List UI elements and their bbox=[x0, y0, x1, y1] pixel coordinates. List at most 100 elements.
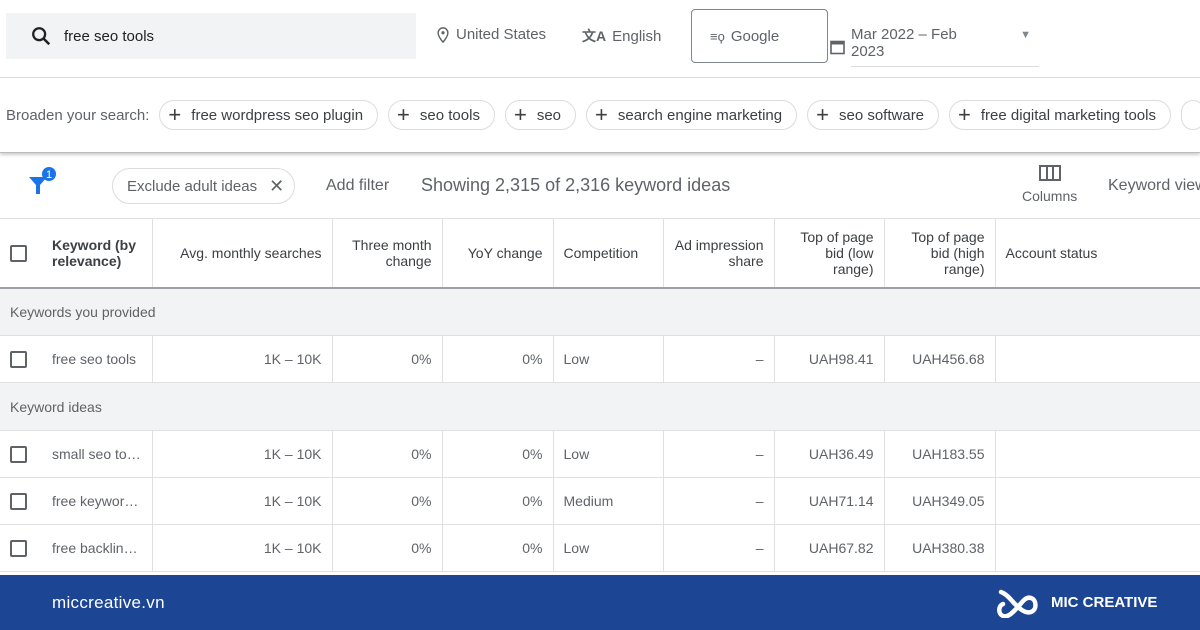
table-row[interactable]: free seo tools 1K – 10K 0% 0% Low – UAH98.41 UA… bbox=[0, 335, 1200, 383]
add-filter-button[interactable]: Add filter bbox=[326, 177, 389, 195]
search-input[interactable]: free seo tools bbox=[6, 13, 416, 59]
cell-keyword: free seo tools bbox=[42, 335, 153, 383]
group-row: Keyword ideas bbox=[0, 382, 1200, 431]
cell-keyword: free backlink checker bbox=[42, 524, 153, 572]
top-bar: free seo tools United States 文A English … bbox=[0, 0, 1200, 78]
location-label: United States bbox=[456, 26, 547, 43]
brand-logo: MIC CREATIVE bbox=[993, 588, 1157, 618]
cell-keyword: free keyword tool bbox=[42, 477, 153, 525]
cell-competition: Low bbox=[553, 430, 664, 478]
broaden-chip-partial[interactable] bbox=[1180, 100, 1200, 130]
cell-top-bid-low: UAH71.14 bbox=[774, 477, 885, 525]
chip-label: free digital marketing tools bbox=[980, 106, 1156, 124]
col-account-status[interactable]: Account status bbox=[995, 218, 1200, 289]
chip-label: seo software bbox=[838, 106, 925, 124]
table-row[interactable]: free backlink checker1K – 10K0%0%Low–UAH… bbox=[0, 524, 1200, 572]
results-count: Showing 2,315 of 2,316 keyword ideas bbox=[421, 175, 731, 195]
broaden-chip[interactable]: + free digital marketing tools bbox=[949, 100, 1171, 130]
cell-ad-impression-share: – bbox=[663, 477, 775, 525]
cell-yoy-change: 0% bbox=[442, 524, 554, 572]
date-range-selector[interactable]: Mar 2022 – Feb 2023 ▼ bbox=[830, 26, 1039, 67]
location-selector[interactable]: United States bbox=[436, 26, 546, 43]
cell-ad-impression-share: – bbox=[663, 524, 775, 572]
keyword-table: Keyword (by relevance) Avg. monthly sear… bbox=[0, 218, 1200, 572]
site-url: miccreative.vn bbox=[52, 592, 165, 612]
row-checkbox[interactable] bbox=[10, 350, 27, 368]
exclude-adult-ideas-chip[interactable]: Exclude adult ideas ✕ bbox=[112, 168, 296, 204]
cell-account-status bbox=[995, 335, 1200, 383]
row-checkbox[interactable] bbox=[10, 539, 27, 557]
cell-competition: Low bbox=[553, 524, 664, 572]
cell-top-bid-low: UAH67.82 bbox=[774, 524, 885, 572]
cell-avg-monthly-searches: 1K – 10K bbox=[152, 430, 333, 478]
search-value: free seo tools bbox=[64, 27, 155, 45]
table-header: Keyword (by relevance) Avg. monthly sear… bbox=[0, 218, 1200, 289]
cell-three-month-change: 0% bbox=[332, 524, 443, 572]
cell-top-bid-low: UAH98.41 bbox=[774, 335, 885, 383]
plus-icon: + bbox=[816, 102, 829, 127]
cell-top-bid-high: UAH183.55 bbox=[884, 430, 996, 478]
plus-icon: + bbox=[168, 102, 182, 127]
group-label: Keyword ideas bbox=[0, 382, 1200, 431]
cell-three-month-change: 0% bbox=[332, 477, 443, 525]
group-row: Keywords you provided bbox=[0, 287, 1200, 336]
cell-yoy-change: 0% bbox=[442, 430, 554, 478]
col-top-bid-low[interactable]: Top of page bid (low range) bbox=[774, 218, 885, 289]
cell-top-bid-high: UAH349.05 bbox=[884, 477, 996, 525]
cell-yoy-change: 0% bbox=[442, 335, 554, 383]
table-row[interactable]: small seo tools 1K – 10K 0% 0% Low – UAH36.49 U… bbox=[0, 430, 1200, 478]
plus-icon: + bbox=[595, 102, 608, 127]
col-ad-impression-share[interactable]: Ad impression share bbox=[663, 218, 775, 289]
close-icon[interactable]: ✕ bbox=[269, 176, 284, 197]
group-label: Keywords you provided bbox=[0, 287, 1200, 336]
broaden-chip[interactable]: + search engine marketing bbox=[586, 100, 798, 130]
language-label: English bbox=[612, 27, 662, 45]
cell-account-status bbox=[995, 524, 1200, 572]
table-row[interactable]: free keyword tool 1K – 10K 0% 0% Medium – UAH7… bbox=[0, 477, 1200, 525]
cell-three-month-change: 0% bbox=[332, 430, 443, 478]
broaden-chip[interactable]: + seo tools bbox=[388, 100, 495, 130]
cell-top-bid-low: UAH36.49 bbox=[774, 430, 885, 478]
cell-competition: Low bbox=[553, 335, 664, 383]
search-icon bbox=[32, 27, 51, 46]
broaden-search-bar: Broaden your search: + free wordpress seo… bbox=[0, 78, 1200, 153]
columns-label: Columns bbox=[1022, 188, 1078, 204]
location-pin-icon bbox=[437, 26, 449, 43]
col-avg-monthly-searches[interactable]: Avg. monthly searches bbox=[152, 218, 333, 289]
col-competition[interactable]: Competition bbox=[553, 218, 664, 289]
row-checkbox[interactable] bbox=[10, 445, 27, 463]
cell-competition: Medium bbox=[553, 477, 664, 525]
network-selector[interactable]: ≡ϙ Google bbox=[691, 9, 828, 63]
translate-icon: 文A bbox=[582, 28, 607, 44]
col-three-month-change[interactable]: Three month change bbox=[332, 218, 443, 289]
col-yoy-change[interactable]: YoY change bbox=[442, 218, 554, 289]
plus-icon: + bbox=[397, 102, 410, 127]
columns-button[interactable]: Columns bbox=[1022, 165, 1077, 204]
cell-account-status bbox=[995, 430, 1200, 478]
filter-icon: 1 bbox=[29, 167, 56, 194]
filter-button[interactable]: 1 bbox=[28, 167, 60, 202]
col-top-bid-high[interactable]: Top of page bid (high range) bbox=[884, 218, 996, 289]
cell-three-month-change: 0% bbox=[332, 335, 443, 383]
brand-name: MIC CREATIVE bbox=[1051, 594, 1158, 611]
svg-text:1: 1 bbox=[46, 169, 52, 181]
cell-keyword: small seo tools bbox=[42, 430, 153, 478]
broaden-chip[interactable]: + seo bbox=[504, 100, 576, 130]
cell-avg-monthly-searches: 1K – 10K bbox=[152, 524, 333, 572]
chip-label: free wordpress seo plugin bbox=[191, 106, 364, 124]
cell-ad-impression-share: – bbox=[663, 430, 775, 478]
search-network-icon: ≡ϙ bbox=[710, 28, 725, 44]
row-checkbox[interactable] bbox=[10, 492, 27, 510]
col-keyword[interactable]: Keyword (by relevance) bbox=[42, 218, 153, 289]
chip-label: seo tools bbox=[419, 106, 480, 124]
infinity-logo-icon bbox=[997, 589, 1038, 618]
cell-ad-impression-share: – bbox=[663, 335, 775, 383]
keyword-view-button[interactable]: Keyword view bbox=[1108, 177, 1200, 195]
columns-icon bbox=[1038, 165, 1061, 181]
language-selector[interactable]: 文A English bbox=[582, 26, 661, 46]
footer-banner: miccreative.vn MIC CREATIVE bbox=[0, 575, 1200, 630]
select-all-checkbox[interactable] bbox=[10, 244, 27, 262]
network-label: Google bbox=[730, 27, 780, 45]
broaden-chip[interactable]: + free wordpress seo plugin bbox=[159, 100, 379, 130]
broaden-chip[interactable]: + seo software bbox=[807, 100, 940, 130]
